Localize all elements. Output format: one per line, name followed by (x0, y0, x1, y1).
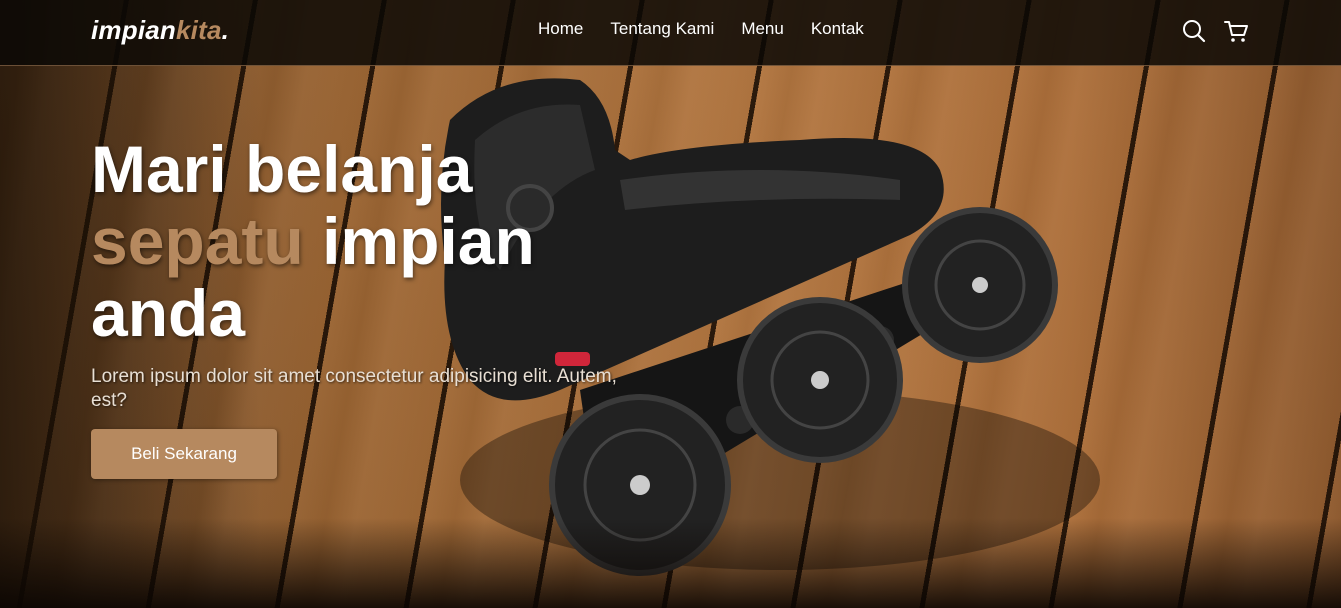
hero-title: Mari belanja sepatu impian anda (91, 133, 651, 349)
nav-link-home[interactable]: Home (538, 19, 583, 39)
hero-content: Mari belanja sepatu impian anda Lorem ip… (91, 133, 651, 479)
navbar: impiankita. Home Tentang Kami Menu Konta… (0, 0, 1341, 66)
brand-name-dot: . (221, 15, 230, 45)
nav-link-kontak[interactable]: Kontak (811, 19, 864, 39)
hero-title-line1: Mari belanja (91, 132, 473, 206)
nav-link-menu[interactable]: Menu (741, 19, 784, 39)
hero-title-accent: sepatu (91, 204, 304, 278)
search-icon[interactable] (1181, 18, 1207, 44)
nav-link-tentang-kami[interactable]: Tentang Kami (610, 19, 714, 39)
hero-title-line2-rest: impian (303, 204, 535, 278)
brand-name-accent: kita (176, 15, 222, 45)
brand-logo[interactable]: impiankita. (91, 15, 229, 46)
buy-now-button[interactable]: Beli Sekarang (91, 429, 277, 479)
nav-icons (1181, 18, 1249, 44)
hero-description: Lorem ipsum dolor sit amet consectetur a… (91, 366, 617, 411)
shopping-cart-icon[interactable] (1223, 18, 1249, 44)
hero-title-line3: anda (91, 276, 246, 350)
nav-links: Home Tentang Kami Menu Kontak (538, 19, 864, 39)
brand-name-main: impian (91, 15, 176, 45)
hero-bottom-shade (0, 518, 1341, 608)
